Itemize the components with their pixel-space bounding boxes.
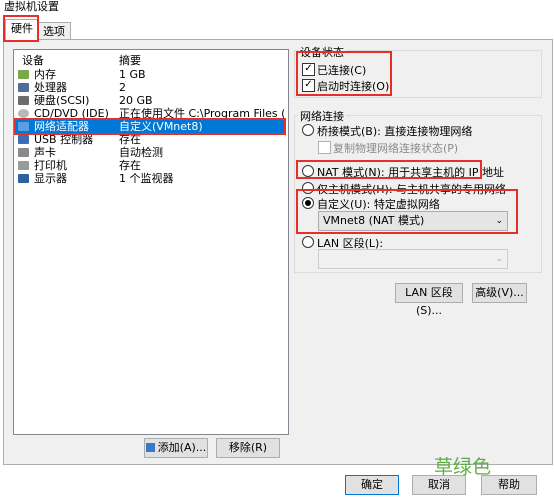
device-name: 处理器	[34, 81, 67, 94]
header-summary: 摘要	[119, 54, 141, 67]
cdrom-icon	[18, 109, 29, 118]
highlight-device-status	[296, 51, 392, 96]
tab-options-label: 选项	[43, 25, 65, 38]
usb-icon	[18, 135, 29, 144]
header-device: 设备	[22, 54, 44, 67]
device-list[interactable]: 设备 摘要 内存 1 GB 处理器 2 硬盘(SCSI) 20 GB CD/DV…	[13, 49, 289, 435]
lan-segment-select[interactable]: ⌄	[318, 249, 508, 269]
device-summary: 存在	[119, 159, 141, 172]
lan-segment-radio[interactable]	[302, 236, 314, 248]
window-title: 虚拟机设置	[4, 0, 59, 13]
shield-icon	[145, 443, 155, 452]
cancel-button-label: 取消	[428, 478, 450, 491]
printer-icon	[18, 161, 29, 170]
device-row-display[interactable]: 显示器 1 个监视器	[16, 172, 286, 185]
chevron-down-icon: ⌄	[495, 254, 503, 264]
replicate-label: 复制物理网络连接状态(P)	[333, 142, 459, 155]
help-button[interactable]: 帮助	[481, 475, 537, 495]
device-summary: 2	[119, 81, 126, 94]
remove-button-label: 移除(R)	[228, 441, 268, 454]
ok-button-label: 确定	[361, 478, 383, 491]
cancel-button[interactable]: 取消	[412, 475, 466, 495]
device-row-processor[interactable]: 处理器 2	[16, 81, 286, 94]
highlight-custom	[296, 189, 518, 234]
device-row-sound-card[interactable]: 声卡 自动检测	[16, 146, 286, 159]
harddisk-icon	[18, 96, 29, 105]
bridged-label: 桥接模式(B): 直接连接物理网络	[317, 125, 473, 138]
sound-card-icon	[18, 148, 29, 157]
device-row-memory[interactable]: 内存 1 GB	[16, 68, 286, 81]
device-name: 打印机	[34, 159, 67, 172]
network-connection-title: 网络连接	[298, 108, 346, 124]
device-summary: 1 GB	[119, 68, 146, 81]
device-row-harddisk[interactable]: 硬盘(SCSI) 20 GB	[16, 94, 286, 107]
advanced-button[interactable]: 高级(V)...	[472, 283, 527, 303]
device-row-printer[interactable]: 打印机 存在	[16, 159, 286, 172]
replicate-checkbox[interactable]	[318, 141, 331, 154]
highlight-hardware-tab	[3, 15, 39, 42]
add-button-label: 添加(A)...	[157, 441, 207, 454]
tab-options[interactable]: 选项	[37, 22, 71, 40]
device-name: 声卡	[34, 146, 56, 159]
highlight-nat	[296, 160, 482, 179]
device-name: 内存	[34, 68, 56, 81]
device-summary: 20 GB	[119, 94, 153, 107]
device-name: 显示器	[34, 172, 67, 185]
highlight-network-adapter-row	[14, 118, 286, 135]
device-summary: 自动检测	[119, 146, 163, 159]
display-icon	[18, 174, 29, 183]
ok-button[interactable]: 确定	[345, 475, 399, 495]
device-list-header: 设备 摘要	[14, 50, 288, 67]
processor-icon	[18, 83, 29, 92]
device-name: 硬盘(SCSI)	[34, 94, 90, 107]
help-button-label: 帮助	[498, 478, 520, 491]
add-button[interactable]: 添加(A)...	[144, 438, 208, 458]
title-bar: 虚拟机设置	[0, 0, 554, 14]
device-summary: 1 个监视器	[119, 172, 174, 185]
remove-button[interactable]: 移除(R)	[216, 438, 280, 458]
memory-icon	[18, 70, 29, 79]
advanced-button-label: 高级(V)...	[475, 286, 524, 299]
lan-segments-button[interactable]: LAN 区段(S)...	[395, 283, 463, 317]
bridged-radio[interactable]	[302, 124, 314, 136]
